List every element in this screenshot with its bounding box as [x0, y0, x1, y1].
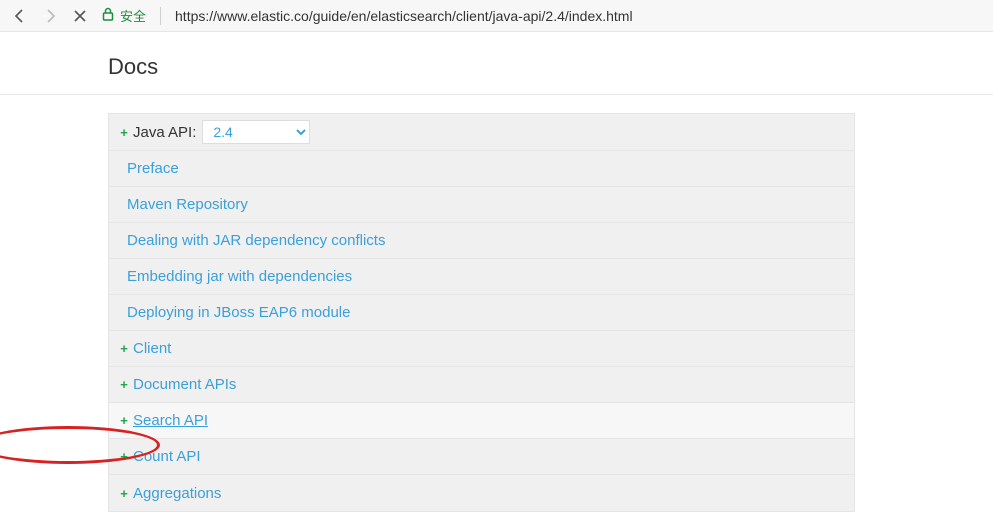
nav-link[interactable]: Count API — [133, 448, 201, 465]
page-title: Docs — [108, 32, 963, 94]
nav-link[interactable]: Document APIs — [133, 376, 236, 393]
nav-item-count-api[interactable]: + Count API — [109, 439, 854, 475]
nav-item-client[interactable]: + Client — [109, 331, 854, 367]
nav-item-search-api[interactable]: + Search API — [109, 403, 854, 439]
nav-link[interactable]: Embedding jar with dependencies — [127, 268, 352, 285]
plus-icon[interactable]: + — [117, 413, 131, 428]
nav-item-aggregations[interactable]: + Aggregations — [109, 475, 854, 511]
nav-item-preface[interactable]: Preface — [109, 151, 854, 187]
arrow-right-icon — [42, 8, 58, 24]
nav-link[interactable]: Deploying in JBoss EAP6 module — [127, 304, 350, 321]
nav-link[interactable]: Client — [133, 340, 171, 357]
nav-root-row: + Java API: 2.4 — [109, 114, 854, 151]
plus-icon[interactable]: + — [117, 341, 131, 356]
stop-button[interactable] — [68, 4, 92, 28]
nav-link[interactable]: Dealing with JAR dependency conflicts — [127, 232, 385, 249]
separator — [160, 7, 161, 25]
close-icon — [73, 9, 87, 23]
nav-link[interactable]: Preface — [127, 160, 179, 177]
plus-icon[interactable]: + — [117, 449, 131, 464]
nav-item-jboss[interactable]: Deploying in JBoss EAP6 module — [109, 295, 854, 331]
back-button[interactable] — [8, 4, 32, 28]
plus-icon[interactable]: + — [117, 125, 131, 140]
nav-item-jar-conflicts[interactable]: Dealing with JAR dependency conflicts — [109, 223, 854, 259]
nav-link[interactable]: Search API — [133, 412, 208, 429]
nav-item-maven-repository[interactable]: Maven Repository — [109, 187, 854, 223]
plus-icon[interactable]: + — [117, 377, 131, 392]
forward-button[interactable] — [38, 4, 62, 28]
plus-icon[interactable]: + — [117, 486, 131, 501]
nav-link[interactable]: Maven Repository — [127, 196, 248, 213]
browser-toolbar: 安全 https://www.elastic.co/guide/en/elast… — [0, 0, 993, 32]
nav-item-embedding-jar[interactable]: Embedding jar with dependencies — [109, 259, 854, 295]
nav-root-label: Java API: — [133, 124, 196, 141]
secure-label: 安全 — [120, 6, 146, 25]
nav-item-document-apis[interactable]: + Document APIs — [109, 367, 854, 403]
page-content: Docs + Java API: 2.4 Preface Maven Repos… — [0, 32, 993, 512]
docs-nav-panel: + Java API: 2.4 Preface Maven Repository… — [108, 113, 855, 512]
nav-link[interactable]: Aggregations — [133, 485, 221, 502]
lock-icon — [102, 7, 114, 24]
address-bar-url[interactable]: https://www.elastic.co/guide/en/elastics… — [175, 8, 633, 24]
arrow-left-icon — [12, 8, 28, 24]
version-select[interactable]: 2.4 — [202, 120, 310, 144]
